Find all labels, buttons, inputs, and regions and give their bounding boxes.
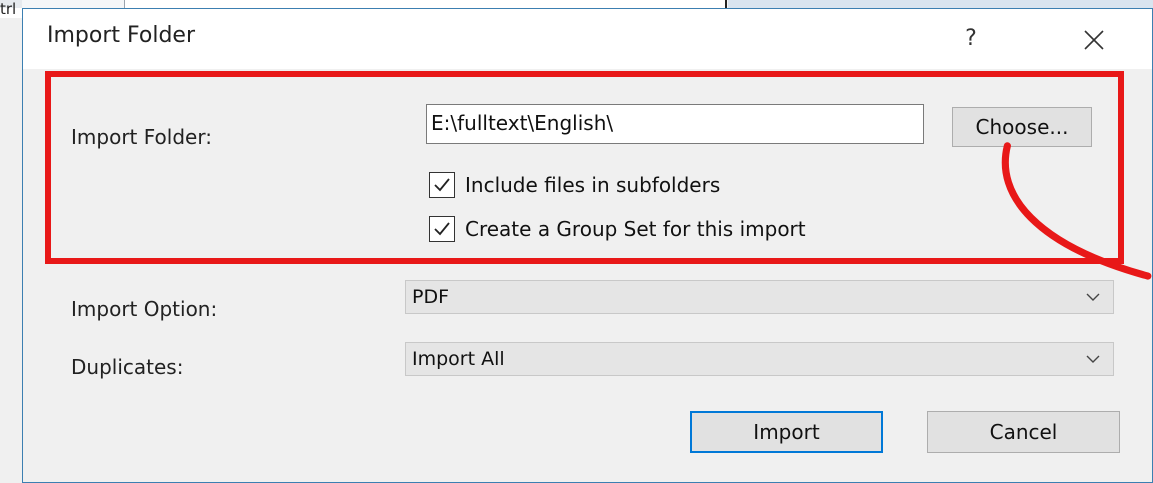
background-window-edge xyxy=(0,18,22,483)
close-icon xyxy=(1084,30,1104,50)
import-folder-path-field[interactable]: E:\fulltext\English\ xyxy=(426,104,924,144)
cancel-button[interactable]: Cancel xyxy=(927,411,1120,453)
dialog-title: Import Folder xyxy=(47,23,195,48)
include-subfolders-label: Include files in subfolders xyxy=(465,173,721,197)
checkmark-icon xyxy=(434,222,450,236)
create-group-set-checkbox-row[interactable]: Create a Group Set for this import xyxy=(429,215,806,243)
chevron-down-icon xyxy=(1086,355,1100,363)
duplicates-select[interactable]: Import All xyxy=(405,342,1114,376)
include-subfolders-checkbox[interactable] xyxy=(429,172,455,198)
dialog-title-bar: Import Folder ? xyxy=(23,9,1152,69)
import-option-value: PDF xyxy=(412,286,450,308)
import-button[interactable]: Import xyxy=(690,411,883,453)
choose-folder-button[interactable]: Choose... xyxy=(952,107,1092,147)
checkmark-icon xyxy=(434,178,450,192)
create-group-set-label: Create a Group Set for this import xyxy=(465,217,806,241)
help-button[interactable]: ? xyxy=(943,19,999,59)
background-ctrl-text: trl xyxy=(0,0,17,18)
import-folder-dialog: Import Folder ? Import Folder: E:\fullte… xyxy=(22,8,1153,483)
chevron-down-icon xyxy=(1086,293,1100,301)
import-folder-label: Import Folder: xyxy=(71,125,212,149)
duplicates-value: Import All xyxy=(412,348,505,370)
import-option-select[interactable]: PDF xyxy=(405,280,1114,314)
background-window-strip xyxy=(0,0,1153,8)
duplicates-label: Duplicates: xyxy=(71,355,184,379)
close-button[interactable] xyxy=(1065,19,1121,59)
create-group-set-checkbox[interactable] xyxy=(429,216,455,242)
include-subfolders-checkbox-row[interactable]: Include files in subfolders xyxy=(429,171,720,199)
import-option-label: Import Option: xyxy=(71,297,218,321)
